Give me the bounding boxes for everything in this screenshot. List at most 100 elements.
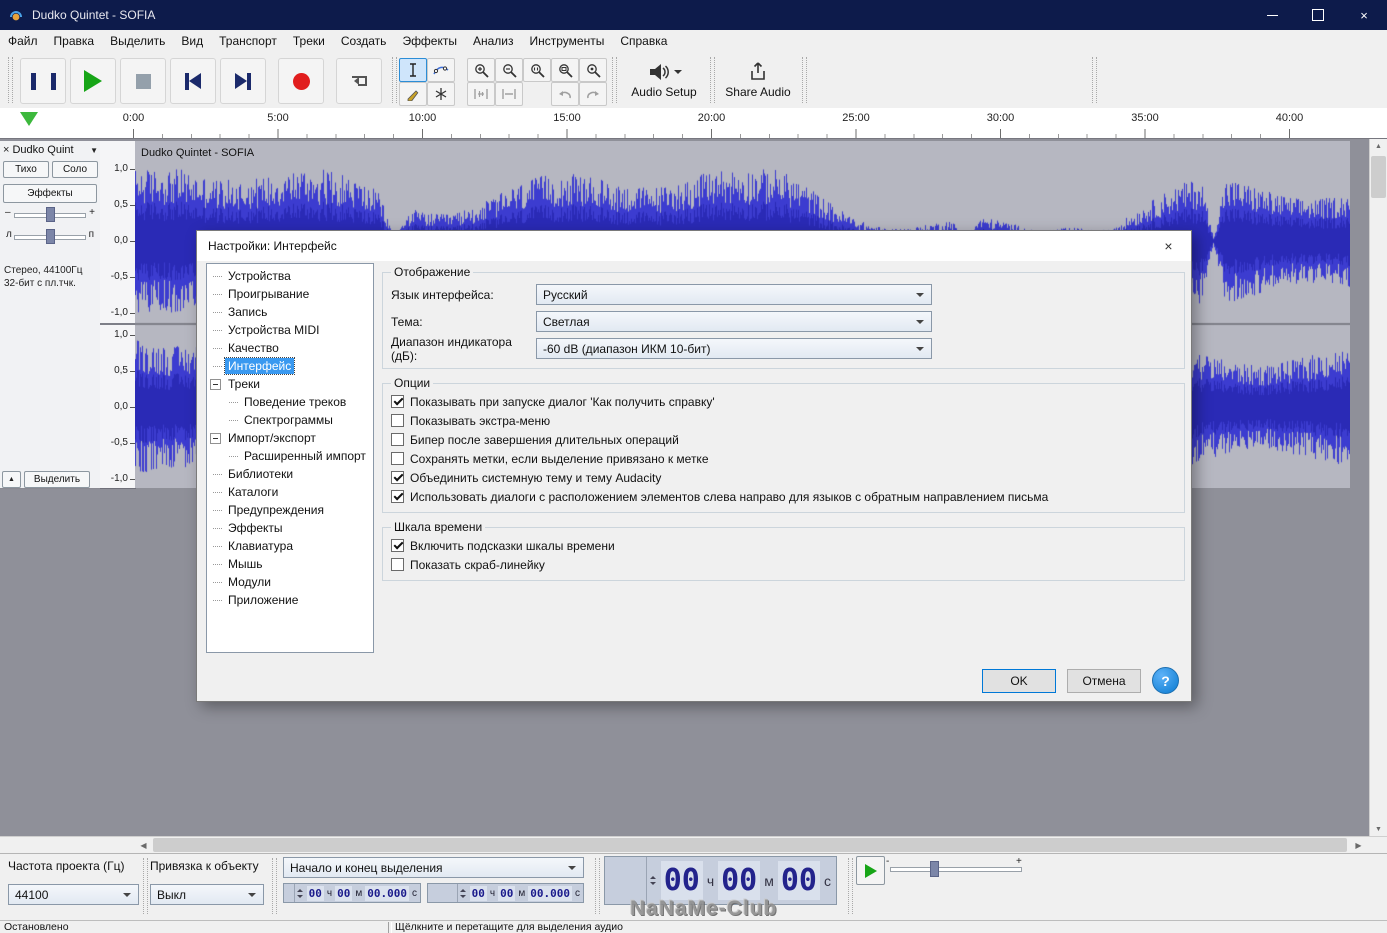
- play-speed-slider-thumb[interactable]: [930, 861, 939, 877]
- toolbar-grip[interactable]: [143, 858, 148, 914]
- track-close-icon[interactable]: ×: [3, 144, 9, 156]
- fit-selection-button[interactable]: [523, 58, 551, 82]
- snap-to-combobox[interactable]: Выкл: [150, 884, 264, 905]
- menu-item[interactable]: Правка: [46, 30, 103, 52]
- undo-button[interactable]: [551, 82, 579, 106]
- settings-combobox[interactable]: Русский: [536, 284, 932, 305]
- project-rate-combobox[interactable]: 44100: [8, 884, 139, 905]
- horizontal-scrollbar[interactable]: ◀ ▶: [0, 836, 1387, 854]
- checkbox-row[interactable]: Объединить системную тему и тему Audacit…: [391, 468, 1176, 487]
- vertical-ruler[interactable]: 1,00,50,0-0,5-1,01,00,50,0-0,5-1,0: [100, 141, 136, 489]
- track-control-panel[interactable]: × Dudko Quint ▼ Тихо Соло Эффекты – + л …: [0, 141, 101, 489]
- skip-to-start-button[interactable]: [170, 58, 216, 104]
- stop-button[interactable]: [120, 58, 166, 104]
- tree-item[interactable]: Предупреждения: [207, 501, 373, 519]
- tree-item[interactable]: Модули: [207, 573, 373, 591]
- toolbar-grip[interactable]: [802, 57, 807, 103]
- vertical-scrollbar[interactable]: ▲ ▼: [1369, 139, 1387, 837]
- play-at-speed-button[interactable]: [856, 856, 885, 885]
- zoom-toggle-button[interactable]: [579, 58, 607, 82]
- tree-item[interactable]: Расширенный импорт: [207, 447, 373, 465]
- checkbox[interactable]: [391, 490, 404, 503]
- toolbar-grip[interactable]: [710, 57, 715, 103]
- toolbar-grip[interactable]: [1092, 57, 1097, 103]
- record-button[interactable]: [278, 58, 324, 104]
- toolbar-grip[interactable]: [8, 57, 13, 103]
- toolbar-grip[interactable]: [272, 858, 277, 914]
- spin-down-icon[interactable]: [297, 895, 303, 901]
- checkbox-row[interactable]: Показывать экстра-меню: [391, 411, 1176, 430]
- multi-tool-button[interactable]: [427, 82, 455, 106]
- play-button[interactable]: [70, 58, 116, 104]
- fit-project-button[interactable]: [551, 58, 579, 82]
- tree-item[interactable]: Спектрограммы: [207, 411, 373, 429]
- gain-slider-thumb[interactable]: [46, 207, 55, 222]
- mute-button[interactable]: Тихо: [3, 161, 49, 178]
- checkbox[interactable]: [391, 539, 404, 552]
- tree-item[interactable]: Поведение треков: [207, 393, 373, 411]
- toolbar-grip[interactable]: [392, 57, 397, 103]
- checkbox[interactable]: [391, 395, 404, 408]
- tree-item[interactable]: Мышь: [207, 555, 373, 573]
- share-audio-button[interactable]: Share Audio: [716, 56, 800, 104]
- scroll-right-icon[interactable]: ▶: [1350, 837, 1367, 854]
- checkbox[interactable]: [391, 471, 404, 484]
- tree-item[interactable]: Качество: [207, 339, 373, 357]
- time-spinner[interactable]: [294, 884, 306, 902]
- redo-button[interactable]: [579, 82, 607, 106]
- menu-item[interactable]: Инструменты: [522, 30, 613, 52]
- dialog-close-button[interactable]: ×: [1146, 231, 1191, 261]
- close-button[interactable]: ×: [1341, 0, 1387, 30]
- tree-expander-icon[interactable]: [210, 433, 221, 444]
- silence-selection-button[interactable]: [495, 82, 523, 106]
- tree-item[interactable]: Библиотеки: [207, 465, 373, 483]
- spin-down-icon[interactable]: [650, 882, 656, 888]
- checkbox-row[interactable]: Показывать при запуске диалог 'Как получ…: [391, 392, 1176, 411]
- tree-item[interactable]: Каталоги: [207, 483, 373, 501]
- tree-item[interactable]: Приложение: [207, 591, 373, 609]
- gain-slider[interactable]: – +: [0, 205, 100, 223]
- horizontal-scrollbar-thumb[interactable]: [153, 838, 1347, 852]
- minimize-button[interactable]: [1249, 0, 1295, 30]
- tree-item[interactable]: Запись: [207, 303, 373, 321]
- tree-item[interactable]: Импорт/экспорт: [207, 429, 373, 447]
- pause-button[interactable]: [20, 58, 66, 104]
- help-button[interactable]: ?: [1152, 667, 1179, 694]
- menu-item[interactable]: Создать: [333, 30, 395, 52]
- scroll-up-icon[interactable]: ▲: [1370, 139, 1387, 154]
- menu-item[interactable]: Эффекты: [394, 30, 465, 52]
- dialog-title-bar[interactable]: Настройки: Интерфейс ×: [197, 231, 1191, 261]
- checkbox[interactable]: [391, 414, 404, 427]
- vertical-scrollbar-thumb[interactable]: [1371, 156, 1386, 198]
- maximize-button[interactable]: [1295, 0, 1341, 30]
- spin-up-icon[interactable]: [650, 873, 656, 879]
- checkbox[interactable]: [391, 558, 404, 571]
- settings-combobox[interactable]: -60 dB (диапазон ИКМ 10-бит): [536, 338, 932, 359]
- selection-range-mode-combobox[interactable]: Начало и конец выделения: [283, 857, 584, 878]
- loop-button[interactable]: [336, 58, 382, 104]
- checkbox-row[interactable]: Использовать диалоги с расположением эле…: [391, 487, 1176, 506]
- draw-tool-button[interactable]: [399, 82, 427, 106]
- time-spinner[interactable]: [457, 884, 469, 902]
- spin-up-icon[interactable]: [297, 886, 303, 892]
- tree-item[interactable]: Устройства MIDI: [207, 321, 373, 339]
- pan-slider-thumb[interactable]: [46, 229, 55, 244]
- menu-item[interactable]: Транспорт: [211, 30, 285, 52]
- selection-end-time[interactable]: 00ч00м00.000с: [427, 883, 584, 903]
- toolbar-grip[interactable]: [848, 858, 853, 914]
- effects-button[interactable]: Эффекты: [3, 184, 97, 203]
- tree-item[interactable]: Эффекты: [207, 519, 373, 537]
- timeline-ruler[interactable]: 0:005:0010:0015:0020:0025:0030:0035:0040…: [0, 108, 1387, 139]
- checkbox-row[interactable]: Бипер после завершения длительных операц…: [391, 430, 1176, 449]
- pan-slider[interactable]: л п: [0, 227, 100, 245]
- envelope-tool-button[interactable]: [427, 58, 455, 82]
- tree-item[interactable]: Клавиатура: [207, 537, 373, 555]
- settings-combobox[interactable]: Светлая: [536, 311, 932, 332]
- selection-tool-button[interactable]: [399, 58, 427, 82]
- scroll-left-icon[interactable]: ◀: [135, 837, 152, 854]
- checkbox-row[interactable]: Включить подсказки шкалы времени: [391, 536, 1176, 555]
- menu-item[interactable]: Вид: [173, 30, 211, 52]
- cancel-button[interactable]: Отмена: [1067, 669, 1141, 693]
- menu-item[interactable]: Файл: [0, 30, 46, 52]
- spin-up-icon[interactable]: [460, 886, 466, 892]
